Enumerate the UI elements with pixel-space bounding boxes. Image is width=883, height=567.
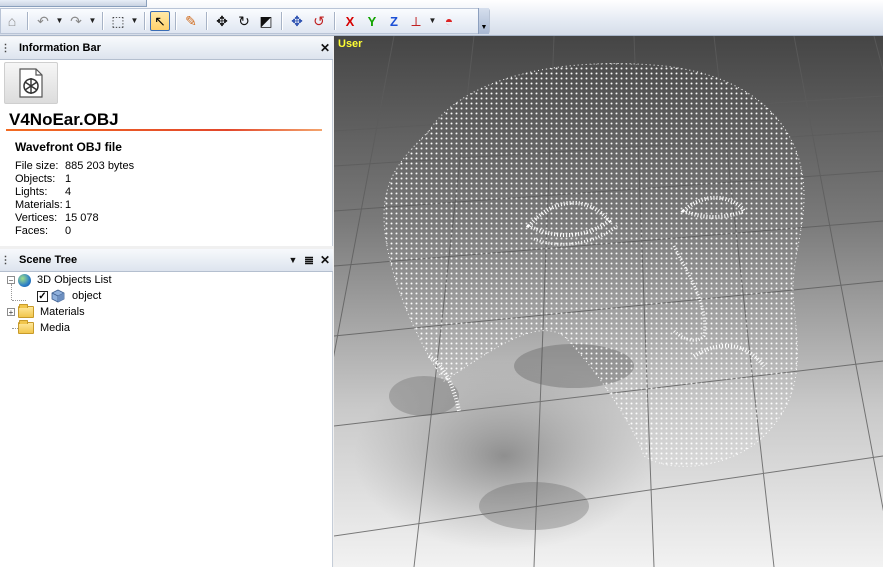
property-row: File size: 885 203 bytes <box>15 160 134 173</box>
collapse-icon[interactable]: − <box>7 276 15 285</box>
obj-file-icon <box>4 62 58 104</box>
scale-icon[interactable]: ◩ <box>256 11 276 31</box>
toolbar-row: ⌂ ↶ ▼ ↷ ▼ ⬚ ▼ ↖ ✎ ✥ ↻ ◩ ✥ ↺ X Y Z ⟂ ▼ ◓ <box>0 8 490 34</box>
property-key: Lights: <box>15 186 48 198</box>
scene-tree-title: Scene Tree <box>19 254 78 266</box>
undo-dropdown-icon[interactable]: ▼ <box>55 11 64 31</box>
file-name-underline <box>6 129 322 131</box>
toolbar-separator <box>102 12 103 30</box>
toolbar-separator <box>27 12 28 30</box>
redo-icon[interactable]: ↷ <box>66 11 86 31</box>
tree-connector <box>12 300 26 301</box>
property-row: Materials: 1 <box>15 199 134 212</box>
3d-viewport[interactable]: User <box>334 36 883 567</box>
scene-tree-body: − 3D Objects List ✓ object + Materials M… <box>0 272 333 567</box>
tree-item-label: Media <box>40 322 70 334</box>
property-row: Objects: 1 <box>15 173 134 186</box>
render-icon[interactable]: ✎ <box>181 11 201 31</box>
property-key: Objects: <box>15 173 56 185</box>
toolbar-separator <box>175 12 176 30</box>
pointer-icon[interactable]: ↖ <box>150 11 170 31</box>
tree-item-label: 3D Objects List <box>37 274 112 286</box>
tree-item-label: Materials <box>40 306 85 318</box>
move-icon[interactable]: ✥ <box>212 11 232 31</box>
info-bar-title: Information Bar <box>19 42 101 54</box>
cube-icon <box>51 289 65 303</box>
property-row: Faces: 0 <box>15 225 134 238</box>
property-value: 885 203 bytes <box>65 160 135 172</box>
axes-dropdown-icon[interactable]: ▼ <box>428 11 437 31</box>
redo-dropdown-icon[interactable]: ▼ <box>88 11 97 31</box>
property-key: File size: <box>15 160 59 172</box>
home-icon[interactable]: ⌂ <box>2 11 22 31</box>
tree-item-materials[interactable]: + Materials <box>7 304 85 320</box>
chevron-down-icon[interactable]: ▼ <box>285 255 301 265</box>
property-value: 0 <box>65 225 72 237</box>
property-value: 1 <box>65 199 72 211</box>
close-icon[interactable]: ✕ <box>317 253 333 267</box>
shadow-mouth <box>479 482 589 530</box>
toolbar-overflow-button[interactable]: ▼ <box>478 8 489 34</box>
folder-icon <box>18 304 34 318</box>
property-row: Vertices: 15 078 <box>15 212 134 225</box>
main-toolbar: ⌂ ↶ ▼ ↷ ▼ ⬚ ▼ ↖ ✎ ✥ ↻ ◩ ✥ ↺ X Y Z ⟂ ▼ ◓ … <box>0 0 883 36</box>
orbit-icon[interactable]: ↺ <box>309 11 329 31</box>
info-bar-header: ⋮ Information Bar ✕ <box>0 37 333 60</box>
file-type: Wavefront OBJ file <box>15 140 122 154</box>
grip-icon[interactable]: ⋮ <box>0 43 11 54</box>
tree-item-object[interactable]: ✓ object <box>37 288 101 304</box>
toolbar-separator <box>281 12 282 30</box>
axis-x-button[interactable]: X <box>340 11 360 31</box>
axes-icon[interactable]: ⟂ <box>406 11 426 31</box>
axis-y-button[interactable]: Y <box>362 11 382 31</box>
property-key: Faces: <box>15 225 49 237</box>
list-menu-icon[interactable]: ≣ <box>301 253 317 267</box>
tree-item-3d-objects-list[interactable]: − 3D Objects List <box>7 272 112 288</box>
expand-icon[interactable]: + <box>7 308 15 317</box>
toolbar-top-strip <box>0 0 147 7</box>
scene-tree-header: ⋮ Scene Tree ▼ ≣ ✕ <box>0 249 333 272</box>
rotate-icon[interactable]: ↻ <box>234 11 254 31</box>
undo-icon[interactable]: ↶ <box>33 11 53 31</box>
tree-item-label: object <box>72 290 102 302</box>
file-name: V4NoEar.OBJ <box>9 110 119 129</box>
grip-icon[interactable]: ⋮ <box>0 255 11 266</box>
property-key: Vertices: <box>15 212 58 224</box>
globe-icon <box>18 273 31 287</box>
folder-icon <box>18 320 34 334</box>
toolbar-separator <box>206 12 207 30</box>
property-key: Materials: <box>15 199 63 211</box>
material-sphere-icon[interactable]: ◓ <box>439 11 459 31</box>
axis-z-button[interactable]: Z <box>384 11 404 31</box>
pan-icon[interactable]: ✥ <box>287 11 307 31</box>
visibility-checkbox[interactable]: ✓ <box>37 290 48 302</box>
viewport-scene <box>334 36 883 567</box>
property-row: Lights: 4 <box>15 186 134 199</box>
toolbar-separator <box>144 12 145 30</box>
property-value: 15 078 <box>65 212 99 224</box>
toolbar-separator <box>334 12 335 30</box>
property-value: 1 <box>65 173 72 185</box>
viewport-label: User <box>338 38 363 50</box>
file-properties: File size: 885 203 bytes Objects: 1 Ligh… <box>15 160 134 238</box>
info-bar-body: V4NoEar.OBJ Wavefront OBJ file File size… <box>0 60 333 246</box>
select-region-icon[interactable]: ⬚ <box>108 11 128 31</box>
tree-item-media[interactable]: Media <box>18 320 70 336</box>
property-value: 4 <box>65 186 72 198</box>
select-dropdown-icon[interactable]: ▼ <box>130 11 139 31</box>
close-icon[interactable]: ✕ <box>317 41 333 55</box>
